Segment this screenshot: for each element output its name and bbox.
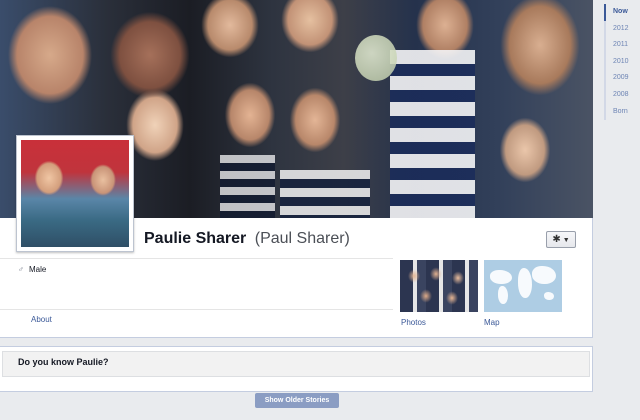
cover-collage-detail	[355, 35, 397, 81]
profile-name-text[interactable]: Paulie Sharer	[144, 230, 246, 247]
scrubber-item-2009[interactable]: 2009	[604, 70, 640, 87]
settings-dropdown-button[interactable]: ✱ ▼	[546, 231, 576, 248]
scrubber-item-2011[interactable]: 2011	[604, 37, 640, 54]
scrubber-item-born[interactable]: Born	[604, 103, 640, 121]
timeline-scrubber: Now 2012 2011 2010 2009 2008 Born	[604, 4, 640, 121]
profile-picture[interactable]	[16, 135, 134, 252]
photos-thumbnail[interactable]	[400, 260, 478, 312]
do-you-know-title: Do you know Paulie?	[18, 357, 109, 367]
map-link[interactable]: Map	[484, 318, 500, 327]
map-thumbnail[interactable]	[484, 260, 562, 312]
map-landmass	[532, 266, 556, 284]
cover-collage-detail	[390, 50, 475, 218]
gender-label: Male	[29, 265, 47, 274]
scrubber-item-2008[interactable]: 2008	[604, 86, 640, 104]
male-symbol-icon: ♂	[18, 265, 24, 274]
cover-collage-detail	[280, 170, 370, 218]
profile-picture-image	[21, 140, 129, 247]
gender-info: ♂ Male	[18, 265, 46, 274]
gear-icon: ✱	[552, 234, 561, 245]
map-landmass	[498, 286, 508, 304]
scrubber-item-2012[interactable]: 2012	[604, 20, 640, 38]
map-landmass	[490, 270, 512, 284]
show-older-stories-button[interactable]: Show Older Stories	[255, 393, 339, 408]
profile-name[interactable]: Paulie Sharer (Paul Sharer)	[144, 230, 350, 248]
scrubber-item-now[interactable]: Now	[604, 4, 640, 21]
profile-alternate-name: (Paul Sharer)	[254, 230, 350, 247]
photos-link[interactable]: Photos	[401, 318, 426, 327]
about-link[interactable]: About	[31, 315, 52, 324]
do-you-know-card	[0, 346, 593, 392]
chevron-down-icon: ▼	[562, 237, 570, 244]
timeline-header-card: Paulie Sharer (Paul Sharer) ✱ ▼ ♂ Male Abo…	[0, 0, 593, 338]
profile-info-section	[0, 258, 393, 310]
scrubber-item-2010[interactable]: 2010	[604, 53, 640, 71]
map-landmass	[518, 268, 532, 298]
cover-collage-detail	[220, 155, 275, 218]
map-landmass	[544, 292, 554, 300]
